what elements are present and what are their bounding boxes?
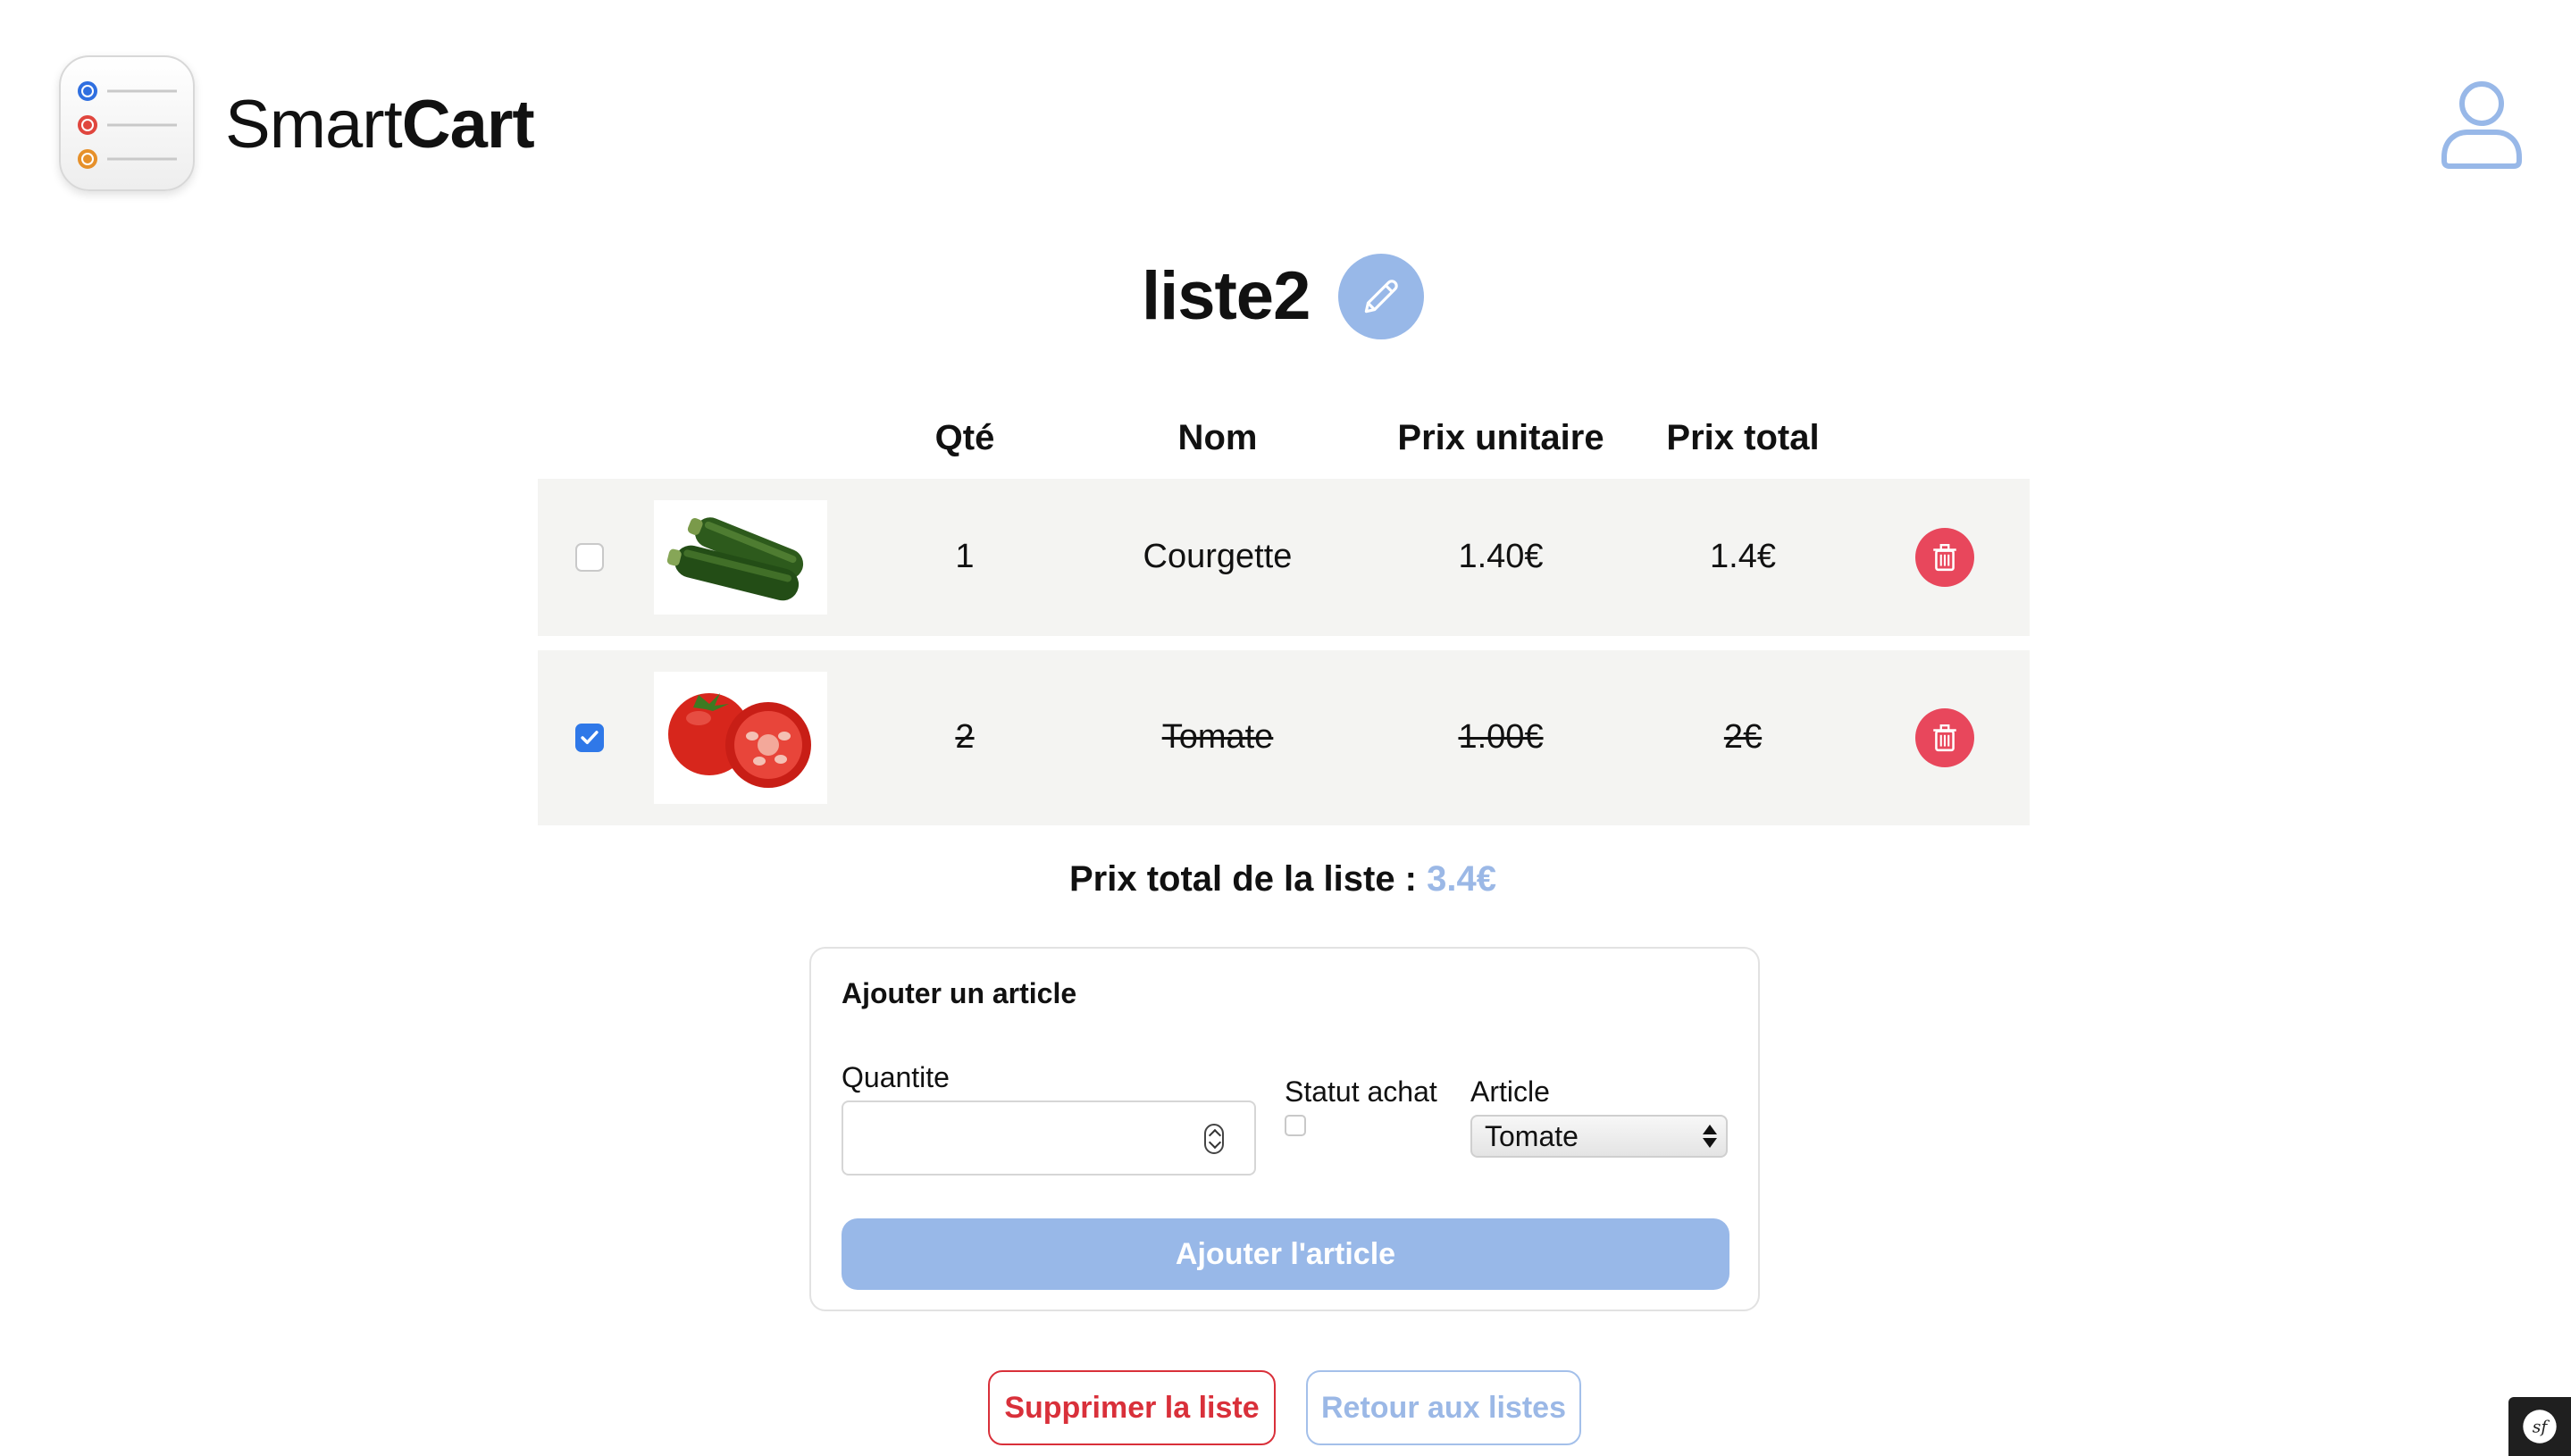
brand-name[interactable]: SmartCart xyxy=(225,86,535,164)
purchased-checkbox[interactable] xyxy=(575,543,604,572)
brand-name-bold: Cart xyxy=(401,87,535,163)
app-logo xyxy=(59,55,195,191)
list-total-value: 3.4€ xyxy=(1427,859,1496,899)
column-header-unit-price: Prix unitaire xyxy=(1397,418,1604,457)
quantity-input[interactable] xyxy=(842,1100,1256,1176)
list-title: liste2 xyxy=(1142,258,1311,334)
delete-list-button[interactable]: Supprimer la liste xyxy=(988,1370,1276,1445)
table-row: 1 Courgette 1.40€ 1.4€ xyxy=(538,479,2030,636)
article-select[interactable]: Tomate xyxy=(1470,1115,1728,1158)
check-icon xyxy=(581,731,599,744)
pencil-icon xyxy=(1364,280,1398,314)
checklist-icon xyxy=(78,81,177,169)
item-qty: 2 xyxy=(955,718,975,756)
list-total-label: Prix total de la liste : xyxy=(1069,859,1418,899)
list-total: Prix total de la liste : 3.4€ xyxy=(1069,854,1496,904)
trash-icon xyxy=(1933,544,1956,572)
table-row: 2 Tomate 1.00€ 2€ xyxy=(538,650,2030,825)
trash-icon xyxy=(1933,724,1956,752)
add-item-form: Ajouter un article Quantite Statut achat… xyxy=(809,947,1760,1311)
symfony-toolbar-toggle[interactable]: sf xyxy=(2508,1397,2571,1456)
delete-item-button[interactable] xyxy=(1915,528,1974,587)
item-unit-price: 1.00€ xyxy=(1458,718,1544,756)
article-selected-value: Tomate xyxy=(1485,1120,1579,1152)
purchase-status-label: Statut achat xyxy=(1285,1075,1437,1108)
quantity-stepper[interactable] xyxy=(1204,1124,1224,1154)
item-name: Tomate xyxy=(1161,718,1274,756)
column-header-qty: Qté xyxy=(934,418,995,457)
user-account-button[interactable] xyxy=(2439,77,2525,170)
back-to-lists-button[interactable]: Retour aux listes xyxy=(1306,1370,1581,1445)
symfony-icon: sf xyxy=(2523,1410,2557,1443)
item-name: Courgette xyxy=(1143,538,1293,575)
add-item-button[interactable]: Ajouter l'article xyxy=(842,1218,1729,1290)
item-total-price: 2€ xyxy=(1723,718,1763,756)
select-arrows-icon xyxy=(1703,1123,1717,1150)
product-image-courgette xyxy=(654,500,827,615)
edit-list-button[interactable] xyxy=(1338,254,1424,339)
brand-name-light: Smart xyxy=(225,87,403,163)
item-qty: 1 xyxy=(955,538,975,575)
item-total-price: 1.4€ xyxy=(1710,538,1776,575)
product-image-tomate xyxy=(654,672,827,804)
purchased-checkbox[interactable] xyxy=(575,724,604,752)
user-icon xyxy=(2441,81,2522,169)
quantity-label: Quantite xyxy=(842,1061,950,1093)
purchase-status-checkbox[interactable] xyxy=(1285,1115,1306,1136)
article-label: Article xyxy=(1470,1075,1550,1108)
item-unit-price: 1.40€ xyxy=(1458,538,1544,575)
delete-item-button[interactable] xyxy=(1915,708,1974,767)
form-title: Ajouter un article xyxy=(842,977,1077,1009)
column-header-total-price: Prix total xyxy=(1666,418,1820,457)
column-header-name: Nom xyxy=(1177,418,1258,457)
